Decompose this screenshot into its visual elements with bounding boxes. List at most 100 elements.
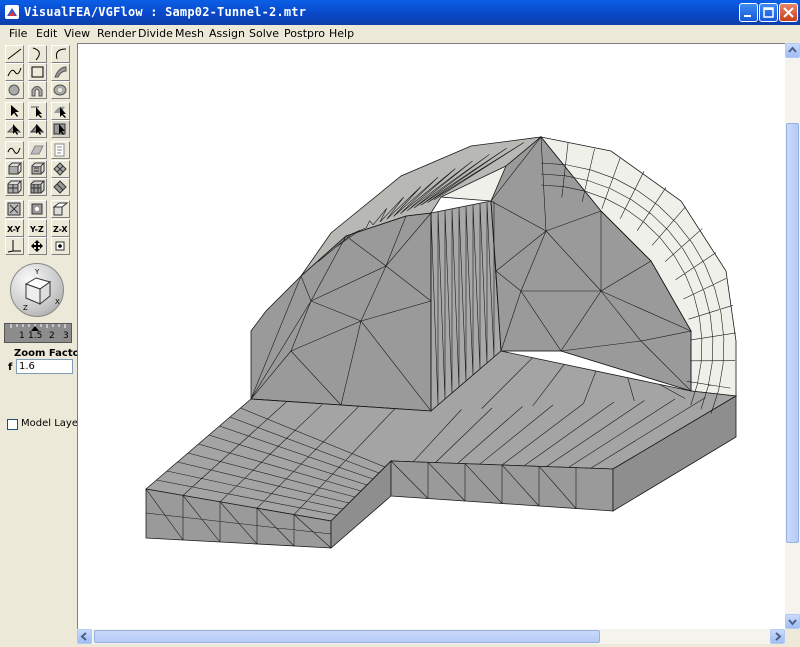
- axis-y-z-button[interactable]: Y-Z: [28, 219, 47, 237]
- menu-view[interactable]: View: [64, 27, 90, 40]
- surface-sketch-button[interactable]: [28, 141, 47, 159]
- axis-3d-icon: [7, 240, 21, 253]
- close-button[interactable]: [779, 3, 798, 22]
- menu-file[interactable]: File: [9, 27, 27, 40]
- tunnel-mesh-model[interactable]: [78, 44, 785, 629]
- pick-element-icon: [30, 124, 45, 135]
- surface-tool-icon: [54, 66, 67, 78]
- view-iso-button[interactable]: [51, 200, 70, 218]
- menu-render[interactable]: Render: [97, 27, 136, 40]
- scroll-up-button[interactable]: [785, 43, 800, 58]
- ellipse-tool-icon: [53, 84, 67, 96]
- svg-text:Z: Z: [23, 304, 28, 312]
- axis-y-z-label: Y-Z: [30, 225, 44, 234]
- view-fit-button[interactable]: [5, 200, 24, 218]
- revolve-button[interactable]: [28, 160, 47, 178]
- model-layer-checkbox[interactable]: [7, 419, 18, 430]
- tool-panel: X-Y Y-Z Z-X Y X Z 1 1.5 2 3 Zoom Factor …: [3, 44, 84, 641]
- menu-postpro[interactable]: Postpro: [284, 27, 325, 40]
- window-title: VisualFEA/VGFlow : Samp02-Tunnel-2.mtr: [24, 5, 307, 19]
- line-tool-icon: [7, 48, 22, 60]
- scroll-down-button[interactable]: [785, 614, 800, 629]
- scroll-left-button[interactable]: [77, 629, 92, 644]
- surface-tool-button[interactable]: [51, 63, 70, 81]
- extrude-button[interactable]: [5, 160, 24, 178]
- orbit-cube-icon: Y X Z: [23, 268, 60, 312]
- zoom-slider[interactable]: 1 1.5 2 3: [4, 323, 72, 343]
- svg-text:X: X: [55, 298, 60, 306]
- center-button[interactable]: [51, 237, 70, 255]
- zoom-factor-input[interactable]: 1.6: [16, 359, 73, 374]
- block-merge-button[interactable]: [51, 178, 70, 196]
- arc-tool-button[interactable]: [28, 45, 47, 63]
- minimize-icon: [744, 15, 751, 17]
- select-pointer-icon: [11, 105, 19, 117]
- curve-tool-icon: [55, 48, 67, 60]
- arc-tool-icon: [32, 47, 40, 61]
- mesh-3d-button[interactable]: [51, 160, 70, 178]
- view-move-icon: [31, 203, 43, 215]
- pick-node-button[interactable]: [5, 120, 24, 138]
- orbit-navigator[interactable]: Y X Z: [10, 263, 64, 317]
- pick-region-icon: [53, 123, 66, 135]
- axis-z-x-label: Z-X: [53, 225, 68, 234]
- surface-sketch-icon: [30, 145, 44, 155]
- document-edit-icon: [54, 143, 65, 157]
- axis-x-y-label: X-Y: [7, 225, 21, 234]
- spline-tool-button[interactable]: [5, 63, 24, 81]
- minimize-button[interactable]: [739, 3, 758, 22]
- view-move-button[interactable]: [28, 200, 47, 218]
- axis-z-x-button[interactable]: Z-X: [51, 219, 70, 237]
- axis-x-y-button[interactable]: X-Y: [5, 219, 24, 237]
- block-grid-button[interactable]: [28, 178, 47, 196]
- axis-z-x-icon: Z-X: [53, 225, 68, 234]
- revolve-icon: [31, 162, 45, 175]
- pick-region-button[interactable]: [51, 120, 70, 138]
- axis-3d-button[interactable]: [5, 237, 24, 255]
- chevron-right-icon: [775, 632, 782, 641]
- horizontal-scroll-thumb[interactable]: [94, 630, 600, 643]
- rectangle-tool-button[interactable]: [28, 63, 47, 81]
- rectangle-tool-icon: [31, 66, 44, 78]
- size-grip: [785, 629, 800, 644]
- document-edit-button[interactable]: [51, 141, 70, 159]
- svg-text:Y: Y: [34, 268, 40, 276]
- select-edge-button[interactable]: [28, 102, 47, 120]
- mesh-3d-icon: [53, 162, 67, 176]
- select-face-button[interactable]: [51, 102, 70, 120]
- scroll-right-button[interactable]: [770, 629, 785, 644]
- axis-x-y-icon: X-Y: [7, 225, 21, 234]
- app-icon: [5, 5, 19, 19]
- menu-edit[interactable]: Edit: [36, 27, 57, 40]
- line-tool-button[interactable]: [5, 45, 24, 63]
- pan-button[interactable]: [28, 237, 47, 255]
- maximize-button[interactable]: [759, 3, 778, 22]
- menu-help[interactable]: Help: [329, 27, 354, 40]
- slider-tick-2: 2: [49, 331, 55, 341]
- extrude-icon: [8, 162, 22, 175]
- menu-divide[interactable]: Divide: [138, 27, 173, 40]
- slider-tick-3: 3: [63, 331, 69, 341]
- close-icon: [783, 7, 794, 18]
- view-iso-icon: [53, 202, 68, 216]
- circle-tool-button[interactable]: [5, 81, 24, 99]
- select-pointer-button[interactable]: [5, 102, 24, 120]
- vertical-scroll-thumb[interactable]: [786, 123, 799, 543]
- arch-tool-icon: [31, 86, 43, 97]
- curve-sketch-button[interactable]: [5, 141, 24, 159]
- curve-sketch-icon: [7, 147, 21, 154]
- model-viewport[interactable]: [77, 43, 785, 629]
- curve-tool-button[interactable]: [51, 45, 70, 63]
- arch-tool-button[interactable]: [28, 81, 47, 99]
- ellipse-tool-button[interactable]: [51, 81, 70, 99]
- menu-solve[interactable]: Solve: [249, 27, 279, 40]
- menu-mesh[interactable]: Mesh: [175, 27, 204, 40]
- view-fit-icon: [7, 202, 21, 216]
- select-edge-icon: [31, 106, 42, 118]
- title-bar: VisualFEA/VGFlow : Samp02-Tunnel-2.mtr: [0, 0, 800, 25]
- menu-assign[interactable]: Assign: [209, 27, 245, 40]
- block-button[interactable]: [5, 178, 24, 196]
- pick-element-button[interactable]: [28, 120, 47, 138]
- axis-y-z-icon: Y-Z: [30, 225, 44, 234]
- block-grid-icon: [30, 180, 45, 194]
